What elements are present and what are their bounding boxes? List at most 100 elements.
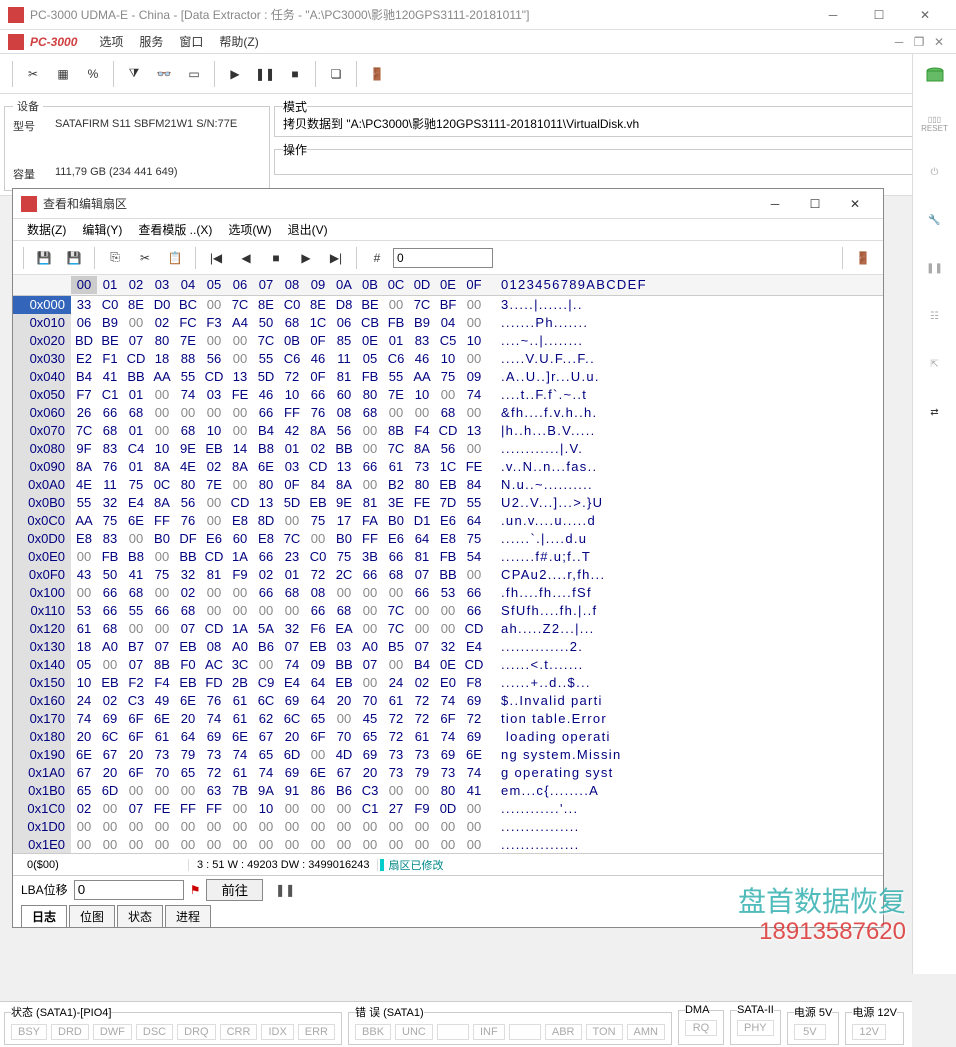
hex-menu-item[interactable]: 查看模版 ..(X) bbox=[130, 219, 220, 240]
hex-row[interactable]: 0x0F0435041753281F90201722C666807BB00CPA… bbox=[13, 566, 883, 584]
menu-窗口[interactable]: 窗口 bbox=[171, 33, 211, 51]
hex-row[interactable]: 0x1A067206F7065726174696E672073797374g o… bbox=[13, 764, 883, 782]
window-title: PC-3000 UDMA-E - China - [Data Extractor… bbox=[30, 6, 810, 23]
close-button[interactable]: ✕ bbox=[902, 0, 948, 30]
hex-row[interactable]: 0x020BDBE07807E00007C0B0F850E0183C510...… bbox=[13, 332, 883, 350]
hex-menu-item[interactable]: 编辑(Y) bbox=[74, 219, 130, 240]
hex-row[interactable]: 0x1B0656D000000637B9A9186B6C300008041em.… bbox=[13, 782, 883, 800]
maximize-button[interactable]: ☐ bbox=[856, 0, 902, 30]
hex-row[interactable]: 0x0E000FBB800BBCD1A6623C0753B6681FB54...… bbox=[13, 548, 883, 566]
mdi-close-button[interactable]: ✕ bbox=[930, 34, 948, 50]
binoculars-icon[interactable]: 👓 bbox=[150, 60, 178, 88]
exit-icon[interactable]: 🚪 bbox=[363, 60, 391, 88]
stop2-icon[interactable]: ■ bbox=[262, 245, 290, 271]
play-icon[interactable]: ▶ bbox=[221, 60, 249, 88]
paste-icon[interactable]: 📋 bbox=[161, 245, 189, 271]
off-icon[interactable]: ⏻ bbox=[921, 158, 949, 186]
tab-位图[interactable]: 位图 bbox=[69, 905, 115, 927]
menu-帮助(Z)[interactable]: 帮助(Z) bbox=[211, 33, 266, 51]
exit2-icon[interactable]: 🚪 bbox=[849, 245, 877, 271]
mdi-restore-button[interactable]: ❐ bbox=[910, 34, 928, 50]
hex-row[interactable]: 0x1E000000000000000000000000000000000...… bbox=[13, 836, 883, 853]
prev-icon[interactable]: ◀ bbox=[232, 245, 260, 271]
pause-icon[interactable]: ❚❚ bbox=[251, 60, 279, 88]
hex-row[interactable]: 0x180206C6F6164696E67206F706572617469 lo… bbox=[13, 728, 883, 746]
minimize-button[interactable]: ─ bbox=[810, 0, 856, 30]
hex-row[interactable]: 0x050F7C101007403FE46106660807E100074...… bbox=[13, 386, 883, 404]
next-icon[interactable]: ▶ bbox=[292, 245, 320, 271]
filter-icon[interactable]: ⧩ bbox=[120, 60, 148, 88]
cut-icon[interactable]: ✂ bbox=[131, 245, 159, 271]
reset-icon[interactable]: ▯▯▯RESET bbox=[921, 110, 949, 138]
hex-row[interactable]: 0x0602666680000000066FF76086800006800&fh… bbox=[13, 404, 883, 422]
hex-row[interactable]: 0x0B05532E48A5600CD135DEB9E813EFE7D55U2.… bbox=[13, 494, 883, 512]
sata-legend: 状态 (SATA1)-[PIO4] bbox=[11, 1004, 111, 1020]
card-icon[interactable]: ▭ bbox=[180, 60, 208, 88]
hex-row[interactable]: 0x1206168000007CD1A5A32F6EA007C0000CDah.… bbox=[13, 620, 883, 638]
hex-menu-item[interactable]: 退出(V) bbox=[280, 219, 336, 240]
hex-row[interactable]: 0x17074696F6E207461626C65004572726F72tio… bbox=[13, 710, 883, 728]
last-icon[interactable]: ▶| bbox=[322, 245, 350, 271]
percent-icon[interactable]: % bbox=[79, 60, 107, 88]
grid-icon[interactable]: # bbox=[363, 245, 391, 271]
goto-bar: LBA位移 ⚑ 前往 ❚❚ bbox=[13, 875, 883, 903]
hex-row[interactable]: 0x0D0E88300B0DFE660E87C00B0FFE664E875...… bbox=[13, 530, 883, 548]
hex-minimize-button[interactable]: ─ bbox=[755, 190, 795, 218]
hex-row[interactable]: 0x1D000000000000000000000000000000000...… bbox=[13, 818, 883, 836]
hex-row[interactable]: 0x0707C680100681000B4428A56008BF4CD13|h.… bbox=[13, 422, 883, 440]
hex-row[interactable]: 0x1906E672073797374656D004D697373696Eng … bbox=[13, 746, 883, 764]
hex-close-button[interactable]: ✕ bbox=[835, 190, 875, 218]
db-icon[interactable] bbox=[921, 62, 949, 90]
hex-row[interactable]: 0x0908A76018A4E028A6E03CD136661731CFE.v.… bbox=[13, 458, 883, 476]
hex-row[interactable]: 0x0C0AA756EFF7600E88D007517FAB0D1E664.un… bbox=[13, 512, 883, 530]
menu-服务[interactable]: 服务 bbox=[131, 33, 171, 51]
err-ind bbox=[509, 1024, 541, 1040]
goto-button[interactable]: 前往 bbox=[206, 879, 263, 901]
hex-row[interactable]: 0x1105366556668000000006668007C000066SfU… bbox=[13, 602, 883, 620]
copy-icon[interactable]: ❏ bbox=[322, 60, 350, 88]
hex-row[interactable]: 0x040B441BBAA55CD135D720F81FB55AA7509.A.… bbox=[13, 368, 883, 386]
hex-row[interactable]: 0x0A04E11750C807E00800F848A00B280EB84N.u… bbox=[13, 476, 883, 494]
hex-rows[interactable]: 0x00033C08ED0BC007C8EC08ED8BE007CBF003..… bbox=[13, 296, 883, 853]
tab-日志[interactable]: 日志 bbox=[21, 905, 67, 927]
first-icon[interactable]: |◀ bbox=[202, 245, 230, 271]
saveas-icon[interactable]: 💾 bbox=[60, 245, 88, 271]
lba-input[interactable] bbox=[74, 880, 184, 900]
hex-row[interactable]: 0x1400500078BF0AC3C007409BB0700B40ECD...… bbox=[13, 656, 883, 674]
tools-icon[interactable]: ✂ bbox=[19, 60, 47, 88]
mdi-minimize-button[interactable]: ─ bbox=[890, 34, 908, 50]
hex-row[interactable]: 0x00033C08ED0BC007C8EC08ED8BE007CBF003..… bbox=[13, 296, 883, 314]
export-icon[interactable]: ⇱ bbox=[921, 350, 949, 378]
app-small-icon bbox=[8, 34, 24, 50]
log-icon[interactable]: ☷ bbox=[921, 302, 949, 330]
save-icon[interactable]: 💾 bbox=[30, 245, 58, 271]
hex-menu-item[interactable]: 选项(W) bbox=[220, 219, 279, 240]
hex-row[interactable]: 0x15010EBF2F4EBFD2BC9E464EB002402E0F8...… bbox=[13, 674, 883, 692]
menu-选项[interactable]: 选项 bbox=[91, 33, 131, 51]
hex-row[interactable]: 0x0809F83C4109EEB14B80102BB007C8A5600...… bbox=[13, 440, 883, 458]
chip-icon[interactable]: ▦ bbox=[49, 60, 77, 88]
hex-row[interactable]: 0x030E2F1CD1888560055C6461105C6461000...… bbox=[13, 350, 883, 368]
hex-row[interactable]: 0x1602402C3496E76616C6964207061727469$..… bbox=[13, 692, 883, 710]
hex-maximize-button[interactable]: ☐ bbox=[795, 190, 835, 218]
hex-row[interactable]: 0x01006B90002FCF3A450681C06CBFBB90400...… bbox=[13, 314, 883, 332]
copy2-icon[interactable]: ⎘ bbox=[101, 245, 129, 271]
pause3-icon[interactable]: ❚❚ bbox=[275, 883, 295, 897]
device-legend: 设备 bbox=[13, 98, 43, 114]
adjust-icon[interactable]: ⇄ bbox=[921, 398, 949, 426]
offset-input[interactable] bbox=[393, 248, 493, 268]
hex-row[interactable]: 0x1C0020007FEFFFF0010000000C127F90D00...… bbox=[13, 800, 883, 818]
tab-进程[interactable]: 进程 bbox=[165, 905, 211, 927]
hex-col: 02 bbox=[123, 276, 149, 294]
tab-状态[interactable]: 状态 bbox=[117, 905, 163, 927]
dma-fieldset: DMA RQ bbox=[678, 1004, 724, 1045]
hex-row[interactable]: 0x10000666800020000666808000000665366.fh… bbox=[13, 584, 883, 602]
hex-menu-item[interactable]: 数据(Z) bbox=[19, 219, 74, 240]
wrench2-icon[interactable]: 🔧 bbox=[921, 206, 949, 234]
hex-col: 08 bbox=[279, 276, 305, 294]
sata-ind: DRQ bbox=[177, 1024, 215, 1040]
stop-icon[interactable]: ■ bbox=[281, 60, 309, 88]
bottom-tabs: 日志位图状态进程 bbox=[13, 903, 883, 927]
hex-row[interactable]: 0x13018A0B707EB08A0B607EB03A0B50732E4...… bbox=[13, 638, 883, 656]
pause2-icon[interactable]: ❚❚ bbox=[921, 254, 949, 282]
